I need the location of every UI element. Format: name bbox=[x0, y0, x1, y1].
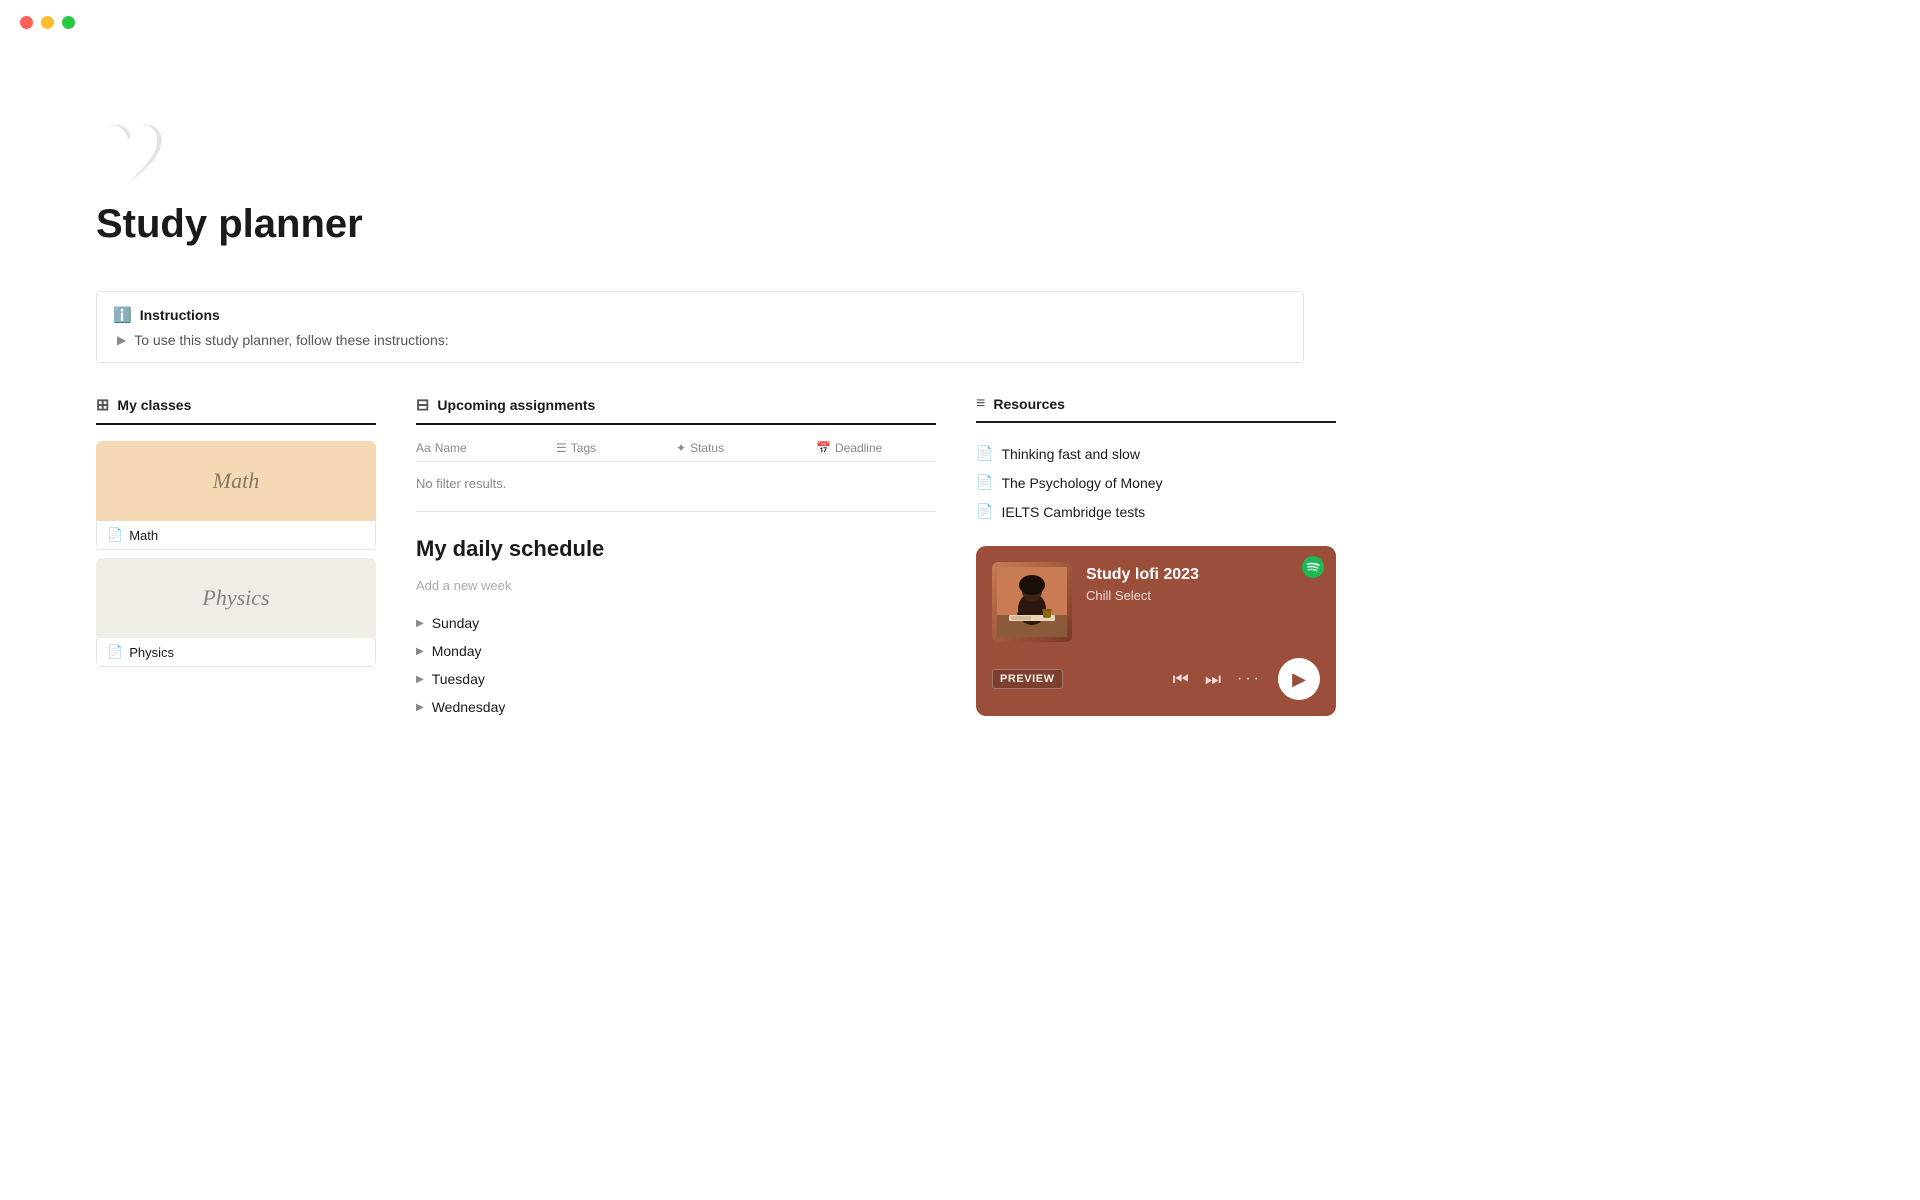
page-title: Study planner bbox=[96, 202, 1304, 247]
schedule-monday[interactable]: ▶ Monday bbox=[416, 637, 936, 665]
instructions-header: ℹ️ Instructions bbox=[113, 306, 1287, 324]
resource-item-1[interactable]: 📄 Thinking fast and slow bbox=[976, 439, 1336, 468]
page-icon: 🤍 bbox=[96, 120, 1304, 186]
schedule-wednesday[interactable]: ▶ Wednesday bbox=[416, 693, 936, 721]
close-button[interactable] bbox=[20, 16, 33, 29]
tags-col-label: Tags bbox=[571, 441, 596, 455]
daily-schedule-section: My daily schedule Add a new week ▶ Sunda… bbox=[416, 536, 936, 721]
spotify-play-button[interactable]: ▶ bbox=[1278, 658, 1320, 700]
resource-doc-icon-2: 📄 bbox=[976, 474, 993, 491]
spotify-thumbnail bbox=[992, 562, 1072, 642]
daily-schedule-title: My daily schedule bbox=[416, 536, 936, 562]
instructions-title: Instructions bbox=[140, 307, 220, 323]
doc-icon-physics: 📄 bbox=[107, 644, 123, 660]
spotify-more-icon[interactable]: ··· bbox=[1237, 670, 1262, 688]
hero-area: 🤍 Study planner bbox=[96, 60, 1304, 291]
class-card-physics[interactable]: Physics 📄 Physics bbox=[96, 558, 376, 667]
physics-card-image: Physics bbox=[96, 558, 376, 638]
traffic-lights bbox=[0, 0, 95, 45]
wednesday-arrow-icon: ▶ bbox=[416, 702, 424, 713]
status-col-icon: ✦ bbox=[676, 441, 686, 455]
spotify-prev-button[interactable]: ⏮ bbox=[1173, 669, 1189, 690]
wednesday-label: Wednesday bbox=[432, 699, 506, 715]
col-header-status: ✦ Status bbox=[676, 441, 816, 455]
assignments-table-header: Aa Name ☰ Tags ✦ Status 📅 Deadline bbox=[416, 441, 936, 462]
col-header-tags: ☰ Tags bbox=[556, 441, 676, 455]
my-classes-column: ⊞ My classes Math 📄 Math Physics 📄 Physi… bbox=[96, 395, 376, 675]
name-col-label: Name bbox=[435, 441, 467, 455]
spotify-track-title: Study lofi 2023 bbox=[1086, 566, 1199, 584]
main-columns: ⊞ My classes Math 📄 Math Physics 📄 Physi… bbox=[96, 395, 1304, 721]
assignments-column: ⊟ Upcoming assignments Aa Name ☰ Tags ✦ … bbox=[416, 395, 936, 721]
spotify-playback-buttons: ⏮ ⏭ ··· ▶ bbox=[1173, 658, 1320, 700]
resource-item-3[interactable]: 📄 IELTS Cambridge tests bbox=[976, 497, 1336, 526]
assignments-table-icon: ⊟ bbox=[416, 395, 429, 415]
play-icon: ▶ bbox=[1292, 669, 1306, 690]
tags-col-icon: ☰ bbox=[556, 441, 567, 455]
resource-doc-icon-1: 📄 bbox=[976, 445, 993, 462]
spotify-card: Study lofi 2023 Chill Select PREVIEW bbox=[976, 546, 1336, 716]
tuesday-label: Tuesday bbox=[432, 671, 485, 687]
deadline-col-icon: 📅 bbox=[816, 441, 831, 455]
col-header-name: Aa Name bbox=[416, 441, 556, 455]
monday-arrow-icon: ▶ bbox=[416, 646, 424, 657]
math-card-image: Math bbox=[96, 441, 376, 521]
instructions-text: To use this study planner, follow these … bbox=[134, 332, 448, 348]
expand-arrow-icon[interactable]: ▶ bbox=[117, 333, 126, 347]
resources-column: ≡ Resources 📄 Thinking fast and slow 📄 T… bbox=[976, 395, 1336, 716]
spotify-controls: PREVIEW ⏮ ⏭ ··· ▶ bbox=[992, 658, 1320, 700]
resources-label: Resources bbox=[993, 396, 1065, 412]
resource-title-1: Thinking fast and slow bbox=[1001, 446, 1140, 462]
resource-item-2[interactable]: 📄 The Psychology of Money bbox=[976, 468, 1336, 497]
minimize-button[interactable] bbox=[41, 16, 54, 29]
physics-card-label: 📄 Physics bbox=[96, 638, 376, 667]
tuesday-arrow-icon: ▶ bbox=[416, 674, 424, 685]
spotify-top: Study lofi 2023 Chill Select bbox=[992, 562, 1320, 642]
resource-title-2: The Psychology of Money bbox=[1001, 475, 1162, 491]
classes-grid-icon: ⊞ bbox=[96, 395, 109, 415]
resources-list-icon: ≡ bbox=[976, 395, 985, 413]
my-classes-label: My classes bbox=[117, 397, 191, 413]
schedule-sunday[interactable]: ▶ Sunday bbox=[416, 609, 936, 637]
maximize-button[interactable] bbox=[62, 16, 75, 29]
resources-header: ≡ Resources bbox=[976, 395, 1336, 423]
my-classes-header: ⊞ My classes bbox=[96, 395, 376, 425]
no-results-text: No filter results. bbox=[416, 468, 936, 512]
spotify-logo-icon bbox=[1302, 556, 1324, 584]
spotify-track-subtitle: Chill Select bbox=[1086, 588, 1199, 603]
resource-title-3: IELTS Cambridge tests bbox=[1001, 504, 1145, 520]
instructions-block: ℹ️ Instructions ▶ To use this study plan… bbox=[96, 291, 1304, 363]
math-label-text: Math bbox=[129, 528, 158, 543]
deadline-col-label: Deadline bbox=[835, 441, 882, 455]
info-icon: ℹ️ bbox=[113, 306, 132, 324]
sunday-arrow-icon: ▶ bbox=[416, 618, 424, 629]
name-col-type-icon: Aa bbox=[416, 441, 431, 455]
instructions-body: ▶ To use this study planner, follow thes… bbox=[113, 332, 1287, 348]
schedule-tuesday[interactable]: ▶ Tuesday bbox=[416, 665, 936, 693]
resource-doc-icon-3: 📄 bbox=[976, 503, 993, 520]
doc-icon: 📄 bbox=[107, 527, 123, 543]
sunday-label: Sunday bbox=[432, 615, 479, 631]
add-week-button[interactable]: Add a new week bbox=[416, 574, 936, 597]
math-card-label: 📄 Math bbox=[96, 521, 376, 550]
spotify-next-button[interactable]: ⏭ bbox=[1205, 669, 1221, 690]
monday-label: Monday bbox=[432, 643, 482, 659]
status-col-label: Status bbox=[690, 441, 724, 455]
col-header-deadline: 📅 Deadline bbox=[816, 441, 936, 455]
assignments-header: ⊟ Upcoming assignments bbox=[416, 395, 936, 425]
class-card-math[interactable]: Math 📄 Math bbox=[96, 441, 376, 550]
spotify-preview-badge: PREVIEW bbox=[992, 669, 1063, 689]
assignments-label: Upcoming assignments bbox=[437, 397, 595, 413]
physics-label-text: Physics bbox=[129, 645, 174, 660]
spotify-info: Study lofi 2023 Chill Select bbox=[1086, 562, 1199, 603]
